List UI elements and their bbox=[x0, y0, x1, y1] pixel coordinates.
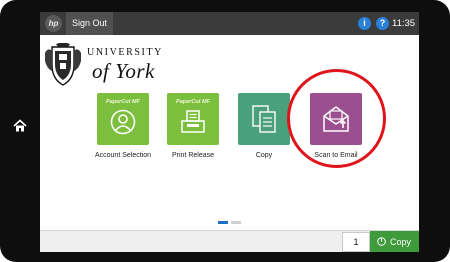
university-crest-icon bbox=[45, 43, 81, 86]
account-person-icon bbox=[110, 109, 136, 135]
start-icon bbox=[377, 237, 386, 246]
sign-out-button[interactable]: Sign Out bbox=[66, 12, 114, 35]
print-release-icon bbox=[181, 110, 205, 133]
printer-device-frame: hp Sign Out i ? 11:35 UNIVERSITY of York… bbox=[0, 0, 450, 262]
copy-start-button[interactable]: Copy bbox=[370, 231, 419, 252]
account-selection-label: Account Selection bbox=[94, 152, 152, 159]
copy-documents-icon bbox=[252, 105, 276, 133]
home-icon[interactable] bbox=[13, 119, 27, 133]
highlight-circle bbox=[287, 69, 386, 168]
copy-label: Copy bbox=[255, 152, 273, 159]
papercut-brand-label: PaperCut MF bbox=[106, 99, 140, 105]
copy-button-label: Copy bbox=[390, 237, 412, 247]
university-name-line2: of York bbox=[92, 59, 155, 83]
university-name-line1: UNIVERSITY bbox=[87, 47, 163, 58]
bottom-bar: 1 Copy bbox=[40, 230, 419, 252]
print-release-label: Print Release bbox=[171, 152, 215, 159]
page-indicator[interactable] bbox=[231, 221, 241, 224]
hp-logo-icon: hp bbox=[45, 15, 62, 32]
account-selection-app-button[interactable]: PaperCut MF bbox=[97, 93, 149, 145]
papercut-brand-label: PaperCut MF bbox=[176, 99, 210, 105]
info-icon[interactable]: i bbox=[358, 17, 371, 30]
print-release-app-button[interactable]: PaperCut MF bbox=[167, 93, 219, 145]
copies-count-field[interactable]: 1 bbox=[342, 232, 370, 252]
touch-screen: hp Sign Out i ? 11:35 UNIVERSITY of York… bbox=[40, 12, 419, 252]
top-bar: hp Sign Out i ? 11:35 bbox=[40, 12, 419, 35]
copy-app-button[interactable] bbox=[238, 93, 290, 145]
clock-time: 11:35 bbox=[392, 18, 416, 29]
page-indicator-active[interactable] bbox=[218, 221, 228, 224]
help-icon[interactable]: ? bbox=[376, 17, 389, 30]
